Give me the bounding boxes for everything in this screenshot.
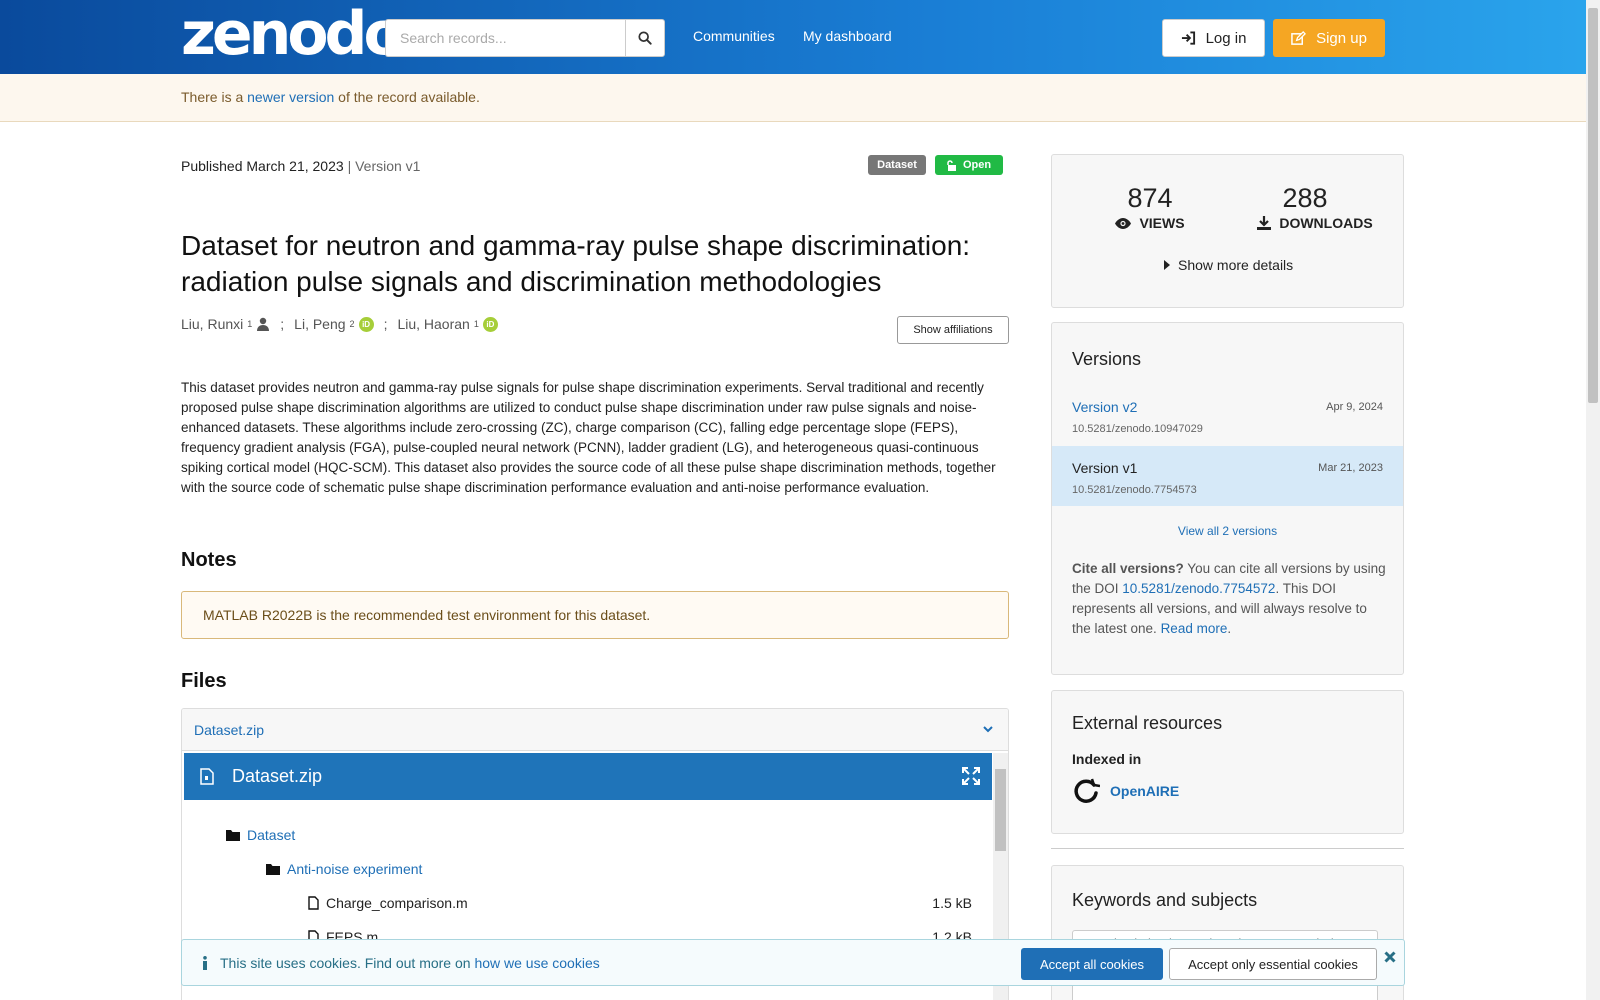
signup-label: Sign up (1316, 29, 1367, 47)
publication-info: Published March 21, 2023 | Version v1 (181, 158, 420, 174)
caret-right-icon (1164, 260, 1170, 270)
notes-heading: Notes (181, 549, 237, 571)
cookie-policy-link[interactable]: how we use cookies (474, 955, 599, 971)
login-label: Log in (1205, 29, 1247, 47)
banner-text: There is a newer version of the record a… (181, 89, 480, 105)
zenodo-logo[interactable]: zenodo (181, 4, 405, 64)
download-icon (1257, 216, 1272, 230)
author-name[interactable]: Li, Peng (294, 316, 345, 332)
show-more-details-toggle[interactable]: Show more details (1164, 257, 1293, 273)
stats-card: 874 VIEWS 288 DOWNLOADS Show more detail… (1051, 154, 1404, 308)
orcid-icon[interactable]: iD (358, 316, 374, 332)
version-doi: 10.5281/zenodo.7754573 (1072, 484, 1197, 496)
tree-folder-item[interactable]: Anti-noise experiment (266, 861, 422, 877)
affiliation-number: 2 (349, 319, 355, 329)
views-count: 874 (1127, 183, 1173, 213)
version-date: Apr 9, 2024 (1326, 401, 1383, 413)
versions-heading: Versions (1072, 349, 1142, 369)
folder-icon (226, 830, 240, 841)
author-name[interactable]: Liu, Runxi (181, 316, 243, 332)
indexed-in-label: Indexed in (1072, 751, 1142, 767)
openaire-logo-icon (1074, 778, 1100, 803)
nav-communities[interactable]: Communities (693, 28, 775, 44)
file-accordion-header[interactable]: Dataset.zip (182, 709, 1008, 751)
expand-icon[interactable] (962, 767, 980, 785)
files-heading: Files (181, 670, 227, 692)
keywords-heading: Keywords and subjects (1072, 890, 1258, 910)
tree-file-item[interactable]: Charge_comparison.m (308, 895, 468, 911)
signup-button[interactable]: Sign up (1273, 19, 1385, 57)
user-icon (257, 317, 270, 331)
openaire-link[interactable]: OpenAIRE (1072, 777, 1179, 805)
author-list: Liu, Runxi 1 ; Li, Peng 2 iD ; Liu, Haoran… (181, 316, 498, 332)
chevron-down-icon[interactable] (982, 723, 994, 735)
external-resources-card: External resources Indexed in OpenAIRE (1051, 690, 1404, 834)
version-doi: 10.5281/zenodo.10947029 (1072, 423, 1203, 435)
author-separator: ; (280, 316, 285, 332)
tree-item-label[interactable]: Anti-noise experiment (287, 861, 422, 877)
tree-item-label[interactable]: Dataset (247, 827, 295, 843)
unlock-icon (947, 159, 956, 171)
affiliation-number: 1 (247, 319, 253, 329)
version-name[interactable]: Version v2 (1072, 399, 1137, 415)
notes-box: MATLAB R2022B is the recommended test en… (181, 591, 1009, 639)
sign-in-icon (1181, 31, 1195, 45)
concept-doi-link[interactable]: 10.5281/zenodo.7754572 (1122, 581, 1275, 596)
version-item[interactable]: Version v2 10.5281/zenodo.10947029 Apr 9… (1052, 385, 1403, 445)
read-more-link[interactable]: Read more (1161, 621, 1228, 636)
record-title: Dataset for neutron and gamma-ray pulse … (181, 230, 971, 297)
version-date: Mar 21, 2023 (1318, 462, 1383, 474)
views-label: VIEWS (1080, 215, 1220, 231)
search-input[interactable] (385, 19, 625, 57)
orcid-icon[interactable]: iD (482, 316, 498, 332)
published-date: Published March 21, 2023 (181, 158, 344, 174)
page-scrollbar[interactable] (1586, 0, 1600, 1000)
file-archive-icon (200, 768, 214, 785)
preview-header: Dataset.zip (184, 753, 992, 800)
newer-version-link[interactable]: newer version (247, 89, 334, 105)
search-icon (638, 31, 652, 45)
preview-scroll-thumb[interactable] (995, 769, 1006, 851)
eye-icon (1115, 217, 1132, 229)
resource-type-badge: Dataset (868, 155, 926, 175)
access-badge: Open (935, 155, 1003, 175)
accept-all-cookies-button[interactable]: Accept all cookies (1021, 948, 1163, 980)
version-item-active[interactable]: Version v1 10.5281/zenodo.7754573 Mar 21… (1052, 446, 1403, 506)
page-scroll-thumb[interactable] (1588, 8, 1598, 403)
versions-card: Versions Version v2 10.5281/zenodo.10947… (1051, 322, 1404, 675)
edit-icon (1291, 30, 1307, 45)
access-label: Open (962, 159, 992, 171)
tree-item-label: Charge_comparison.m (326, 895, 468, 911)
login-button[interactable]: Log in (1162, 19, 1265, 57)
cookie-message: This site uses cookies. Find out more on… (202, 955, 600, 971)
folder-icon (266, 864, 280, 875)
accept-essential-cookies-button[interactable]: Accept only essential cookies (1169, 948, 1377, 980)
record-description: This dataset provides neutron and gamma-… (181, 380, 996, 495)
newer-version-banner: There is a newer version of the record a… (0, 74, 1586, 122)
search-bar (385, 19, 665, 57)
info-icon (203, 956, 207, 970)
sidebar-divider (1051, 848, 1404, 849)
author-name[interactable]: Liu, Haoran (397, 316, 469, 332)
file-icon (308, 896, 319, 910)
view-all-versions-link[interactable]: View all 2 versions (1052, 524, 1403, 538)
nav-my-dashboard[interactable]: My dashboard (803, 28, 892, 44)
search-button[interactable] (625, 19, 665, 57)
cookie-banner: This site uses cookies. Find out more on… (181, 939, 1405, 986)
external-resources-heading: External resources (1072, 713, 1223, 733)
preview-title: Dataset.zip (232, 766, 323, 786)
affiliation-number: 1 (473, 319, 479, 329)
downloads-label: DOWNLOADS (1245, 215, 1385, 231)
version-label: | Version v1 (347, 158, 421, 174)
downloads-count: 288 (1282, 183, 1328, 213)
author-separator: ; (383, 316, 388, 332)
file-size: 1.5 kB (932, 895, 972, 911)
file-link[interactable]: Dataset.zip (194, 722, 264, 738)
tree-folder-item[interactable]: Dataset (226, 827, 295, 843)
show-affiliations-button[interactable]: Show affiliations (897, 316, 1009, 344)
close-icon[interactable] (1384, 951, 1396, 963)
cite-all-versions: Cite all versions? You can cite all vers… (1072, 561, 1386, 636)
site-header: zenodo Communities My dashboard Log in S… (0, 0, 1586, 74)
